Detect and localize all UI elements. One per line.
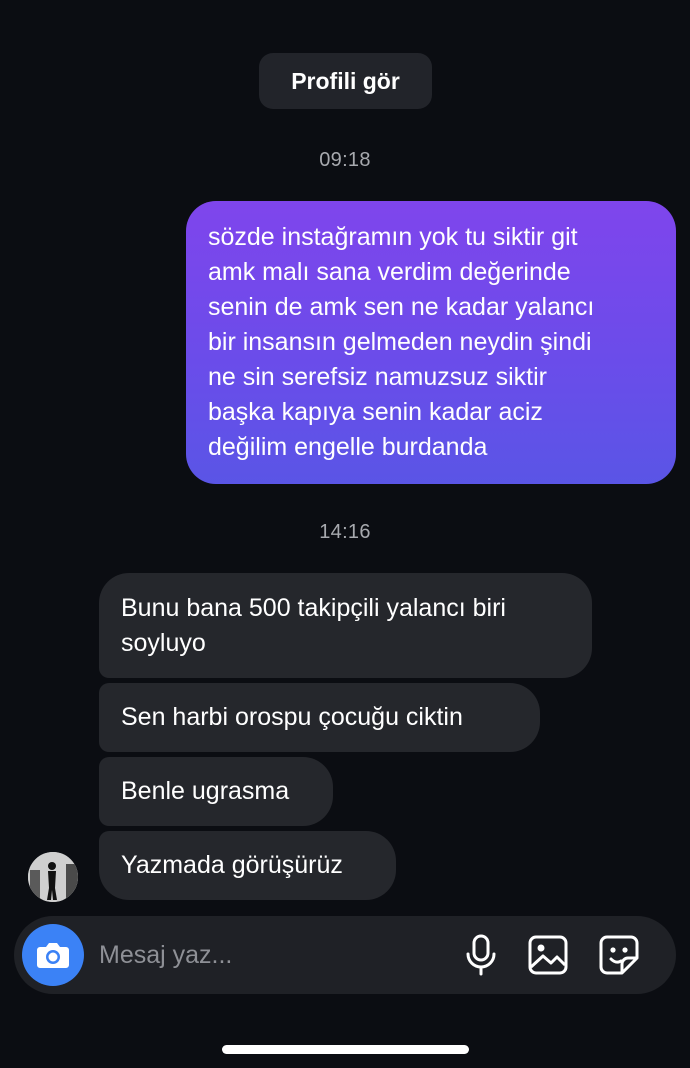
- sent-message-bubble[interactable]: sözde instağramın yok tu siktir git amk …: [186, 201, 676, 484]
- message-text-line: Benle ugrasma: [121, 777, 290, 805]
- received-message-bubble[interactable]: Bunu bana 500 takipçili yalancı biri soy…: [99, 573, 592, 678]
- message-composer: [14, 916, 676, 994]
- message-text-line: amk malı sana verdim değerinde: [208, 258, 571, 286]
- chat-screen: Profili gör 09:18 sözde instağramın yok …: [0, 0, 690, 1068]
- sender-avatar[interactable]: [28, 852, 78, 902]
- message-timestamp: 09:18: [319, 149, 371, 171]
- message-text-line: değilim engelle burdanda: [208, 433, 488, 461]
- message-text-line: bir insansın gelmeden neydin şindi: [208, 328, 592, 356]
- camera-button[interactable]: [22, 924, 84, 986]
- message-text-line: soyluyo: [121, 628, 206, 657]
- message-text-line: Yazmada görüşürüz: [121, 851, 343, 879]
- gallery-button[interactable]: [526, 933, 570, 977]
- received-message-bubble[interactable]: Sen harbi orospu çocuğu ciktin: [99, 683, 540, 752]
- message-text-line: başka kapıya senin kadar aciz: [208, 398, 543, 426]
- received-message-bubble[interactable]: Benle ugrasma: [99, 757, 333, 826]
- avatar-photo: [28, 852, 78, 902]
- message-timestamp: 14:16: [319, 521, 371, 543]
- message-input[interactable]: [99, 935, 429, 975]
- message-text-line: ne sin serefsiz namuzsuz siktir: [208, 363, 548, 391]
- camera-icon: [37, 943, 69, 968]
- gallery-icon: [528, 935, 568, 975]
- message-text-line: Sen harbi orospu çocuğu ciktin: [121, 703, 463, 731]
- sticker-button[interactable]: [597, 933, 641, 977]
- home-indicator[interactable]: [222, 1045, 469, 1054]
- message-text-line: sözde instağramın yok tu siktir git: [208, 223, 578, 251]
- message-text-line: Bunu bana 500 takipçili yalancı biri: [121, 593, 506, 622]
- sticker-icon: [599, 935, 639, 975]
- view-profile-button[interactable]: Profili gör: [259, 53, 432, 109]
- voice-message-button[interactable]: [459, 933, 503, 977]
- received-message-bubble[interactable]: Yazmada görüşürüz: [99, 831, 396, 900]
- message-text-line: senin de amk sen ne kadar yalancı: [208, 293, 595, 321]
- microphone-icon: [466, 934, 496, 976]
